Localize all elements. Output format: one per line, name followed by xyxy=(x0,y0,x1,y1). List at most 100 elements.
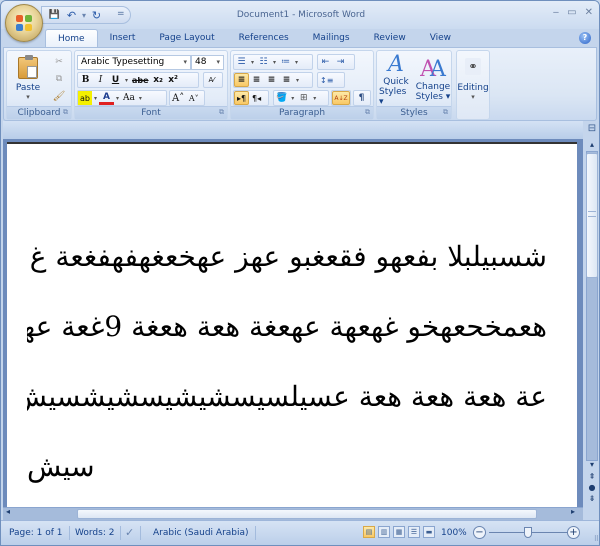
increase-indent-button[interactable]: ⇥ xyxy=(333,55,348,69)
direction-row: ▸¶ ¶◂ xyxy=(233,90,269,106)
copy-icon[interactable]: ⧉ xyxy=(51,72,67,86)
numbering-button[interactable]: ☷ xyxy=(256,55,271,69)
web-layout-view-button[interactable]: ▦ xyxy=(393,526,405,538)
office-button[interactable] xyxy=(5,4,43,42)
document-line: هعمخحعهخو غهعهة عهعغة هعة هعغة 9غعة عهة … xyxy=(27,310,547,343)
clear-formatting-row: A⁄ xyxy=(203,72,223,88)
maximize-button[interactable]: ▭ xyxy=(567,7,576,18)
chevron-down-icon[interactable]: ▾ xyxy=(94,95,97,102)
change-case-button[interactable]: Aa xyxy=(121,91,137,105)
redo-icon[interactable]: ↻ xyxy=(90,9,103,22)
paste-button[interactable]: Paste ▾ xyxy=(11,53,45,105)
zoom-out-button[interactable]: − xyxy=(473,526,486,539)
tab-page-layout[interactable]: Page Layout xyxy=(147,29,226,47)
ruler-area xyxy=(3,121,583,139)
chevron-down-icon[interactable]: ▾ xyxy=(295,59,298,66)
font-launcher-icon[interactable]: ⧉ xyxy=(219,108,224,117)
underline-button[interactable]: U xyxy=(108,73,123,87)
borders-button[interactable]: ⊞ xyxy=(296,91,311,105)
page-count-status[interactable]: Page: 1 of 1 xyxy=(3,526,70,540)
superscript-button[interactable]: x² xyxy=(166,73,181,87)
shrink-font-button[interactable]: A˅ xyxy=(186,91,201,105)
scroll-left-icon[interactable]: ◂ xyxy=(6,507,10,516)
outline-view-button[interactable]: ☰ xyxy=(408,526,420,538)
chevron-down-icon[interactable]: ▾ xyxy=(291,95,294,102)
zoom-slider-thumb[interactable] xyxy=(524,527,532,538)
chevron-down-icon[interactable]: ▾ xyxy=(116,95,119,102)
align-left-button[interactable]: ≡ xyxy=(234,73,249,87)
view-ruler-icon[interactable]: ⊟ xyxy=(586,123,598,137)
chevron-down-icon[interactable]: ▾ xyxy=(273,59,276,66)
full-screen-reading-view-button[interactable]: ▥ xyxy=(378,526,390,538)
horizontal-scroll-thumb[interactable] xyxy=(77,509,537,519)
tab-insert[interactable]: Insert xyxy=(98,29,148,47)
chevron-down-icon[interactable]: ▾ xyxy=(125,77,128,84)
ltr-button[interactable]: ▸¶ xyxy=(234,91,250,105)
scroll-up-icon[interactable]: ▴ xyxy=(586,139,598,151)
bold-button[interactable]: B xyxy=(78,73,93,87)
scroll-down-icon[interactable]: ▾ xyxy=(586,459,598,471)
close-button[interactable]: ✕ xyxy=(585,7,593,18)
change-styles-label-1: Change xyxy=(415,82,451,92)
paragraph-label: Paragraph xyxy=(278,108,326,118)
minimize-button[interactable]: ‒ xyxy=(553,7,559,18)
document-text[interactable]: شسبيلبلا بفعهو فقعغبو عهز عهخعغهفهفغعة غ… xyxy=(27,222,547,502)
sort-button[interactable]: A↓Z xyxy=(332,91,350,105)
word-count-status[interactable]: Words: 2 xyxy=(69,526,122,540)
paragraph-launcher-icon[interactable]: ⧉ xyxy=(365,108,370,117)
bullets-button[interactable]: ☰ xyxy=(234,55,249,69)
rtl-button[interactable]: ¶◂ xyxy=(249,91,264,105)
align-right-button[interactable]: ≡ xyxy=(264,73,279,87)
multilevel-list-button[interactable]: ≔ xyxy=(278,55,293,69)
tab-review[interactable]: Review xyxy=(362,29,418,47)
chevron-down-icon: ▾ xyxy=(216,58,220,66)
document-page[interactable]: شسبيلبلا بفعهو فقعغبو عهز عهخعغهفهفغعة غ… xyxy=(7,142,577,507)
quick-styles-button[interactable]: A Quick Styles ▾ xyxy=(379,53,413,108)
help-icon[interactable]: ? xyxy=(579,32,591,44)
center-button[interactable]: ≡ xyxy=(249,73,264,87)
font-name-select[interactable]: Arabic Typesetting ▾ xyxy=(77,55,191,70)
decrease-indent-button[interactable]: ⇤ xyxy=(318,55,333,69)
save-icon[interactable]: 💾 xyxy=(48,9,61,22)
italic-button[interactable]: I xyxy=(93,73,108,87)
next-page-icon[interactable]: ⇟ xyxy=(586,493,598,505)
styles-launcher-icon[interactable]: ⧉ xyxy=(443,108,448,117)
zoom-level[interactable]: 100% xyxy=(441,526,467,540)
chevron-down-icon[interactable]: ▾ xyxy=(139,95,142,102)
shading-button[interactable]: 🪣 xyxy=(274,91,289,105)
proofing-icon[interactable]: ✓ xyxy=(119,526,142,540)
tab-home[interactable]: Home xyxy=(45,29,98,47)
highlight-button[interactable]: ab xyxy=(78,91,92,105)
draft-view-button[interactable]: ▬ xyxy=(423,526,435,538)
zoom-in-button[interactable]: + xyxy=(567,526,580,539)
tab-mailings[interactable]: Mailings xyxy=(301,29,362,47)
chevron-down-icon[interactable]: ▾ xyxy=(251,59,254,66)
line-spacing-button[interactable]: ↕≡ xyxy=(318,73,335,87)
change-styles-button[interactable]: AA Change Styles ▾ xyxy=(415,53,451,107)
grow-font-button[interactable]: A˄ xyxy=(170,91,186,105)
print-layout-view-button[interactable]: ▤ xyxy=(363,526,375,538)
strikethrough-button[interactable]: abe xyxy=(130,73,151,87)
language-status[interactable]: Arabic (Saudi Arabia) xyxy=(147,526,256,540)
resize-grip-icon[interactable]: ⠿ xyxy=(594,535,599,543)
clipboard-launcher-icon[interactable]: ⧉ xyxy=(63,108,68,117)
chevron-down-icon[interactable]: ▾ xyxy=(313,95,316,102)
subscript-button[interactable]: x₂ xyxy=(151,73,166,87)
show-marks-button[interactable]: ¶ xyxy=(354,91,369,105)
font-size-select[interactable]: 48 ▾ xyxy=(191,55,224,70)
customize-qat-icon[interactable]: = xyxy=(117,9,125,19)
status-bar: Page: 1 of 1 Words: 2 ✓ Arabic (Saudi Ar… xyxy=(1,520,599,545)
format-painter-icon[interactable]: 🖌 xyxy=(51,89,67,103)
change-styles-icon: AA xyxy=(420,57,446,82)
clear-formatting-button[interactable]: A⁄ xyxy=(204,73,219,87)
scroll-right-icon[interactable]: ▸ xyxy=(571,507,575,516)
editing-button[interactable]: ⚭ Editing ▾ xyxy=(457,53,489,105)
cut-icon[interactable]: ✂ xyxy=(51,55,67,69)
undo-dropdown-icon[interactable]: ▾ xyxy=(82,11,86,20)
font-color-button[interactable]: A xyxy=(99,91,114,105)
justify-button[interactable]: ≡ xyxy=(279,73,294,87)
tab-view[interactable]: View xyxy=(418,29,463,47)
chevron-down-icon[interactable]: ▾ xyxy=(296,77,299,84)
tab-references[interactable]: References xyxy=(227,29,301,47)
undo-icon[interactable]: ↶ xyxy=(65,9,78,22)
